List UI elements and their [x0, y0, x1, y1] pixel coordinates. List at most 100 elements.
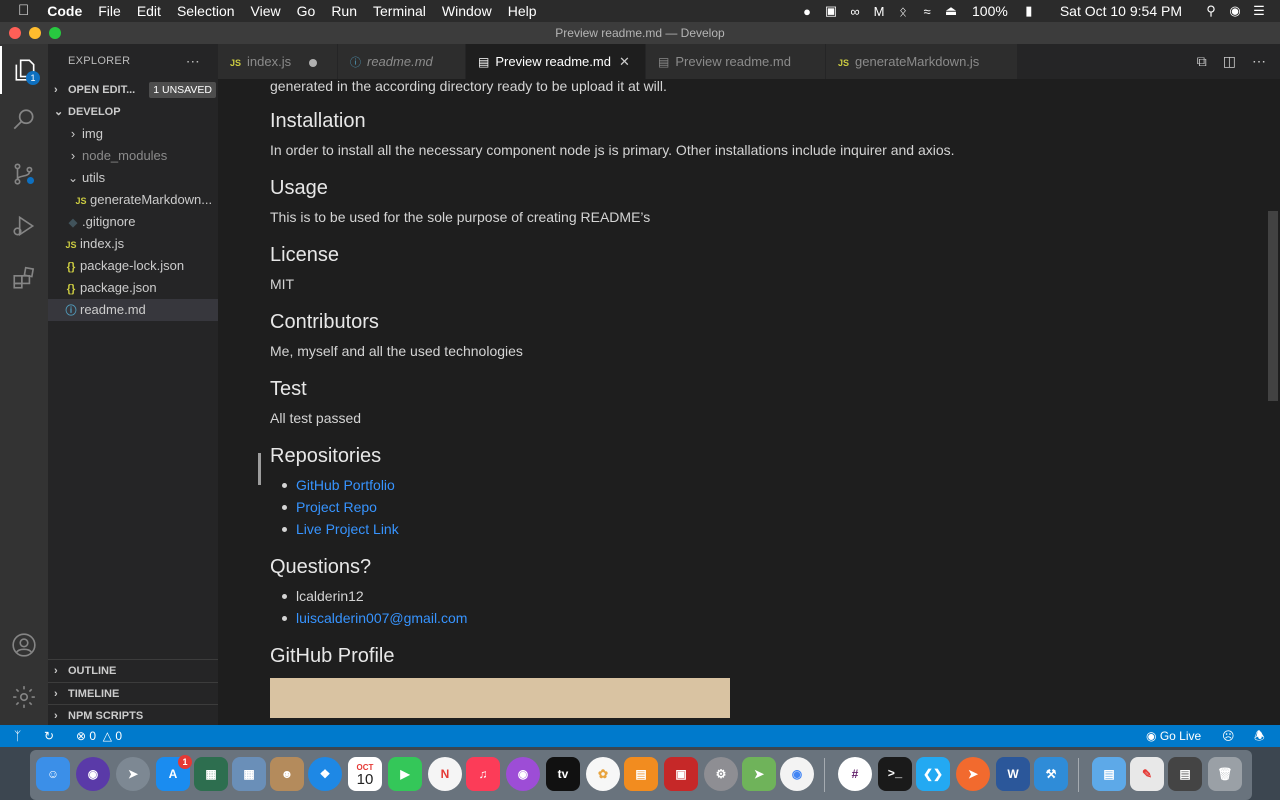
- document-stack-icon[interactable]: ✎: [1130, 757, 1164, 791]
- tab-generatemarkdown-js[interactable]: JS generateMarkdown.js: [826, 44, 1018, 79]
- project-repo-link[interactable]: Project Repo: [296, 499, 377, 515]
- outline-section[interactable]: › OUTLINE: [48, 660, 218, 682]
- maps-icon[interactable]: ➤: [742, 757, 776, 791]
- word-icon[interactable]: W: [996, 757, 1030, 791]
- finder-icon[interactable]: ☺: [36, 757, 70, 791]
- menu-selection[interactable]: Selection: [169, 0, 243, 22]
- menu-help[interactable]: Help: [500, 0, 545, 22]
- app-store-icon[interactable]: A1: [156, 755, 192, 791]
- tab-readme-md[interactable]: ⓘ readme.md: [338, 44, 466, 79]
- battery-percent[interactable]: 100%: [964, 0, 1016, 22]
- menu-view[interactable]: View: [243, 0, 289, 22]
- more-actions-icon[interactable]: ⋯: [1252, 53, 1266, 70]
- preview-scrollbar[interactable]: [1266, 79, 1280, 725]
- eject-icon[interactable]: ⏏: [940, 3, 962, 19]
- markdown-preview[interactable]: generated in the according directory rea…: [218, 79, 1266, 725]
- split-editor-icon[interactable]: ◫: [1223, 53, 1236, 70]
- develop-folder-section[interactable]: ⌄ DEVELOP: [48, 101, 218, 123]
- explorer-icon[interactable]: 1: [0, 46, 48, 94]
- problems-status[interactable]: ⊗ 0 △ 0: [76, 725, 122, 747]
- menu-file[interactable]: File: [90, 0, 129, 22]
- postman-icon[interactable]: ➤: [956, 757, 990, 791]
- apple-tv-icon[interactable]: tv: [546, 757, 580, 791]
- photo-booth-icon[interactable]: ▣: [664, 757, 698, 791]
- calendar-icon[interactable]: OCT 10: [348, 757, 382, 791]
- books-icon[interactable]: ▤: [624, 757, 658, 791]
- podcasts-icon[interactable]: ◉: [506, 757, 540, 791]
- menu-go[interactable]: Go: [289, 0, 324, 22]
- tree-item-package-lock[interactable]: {} package-lock.json: [48, 255, 218, 277]
- contacts-icon[interactable]: ☻: [270, 757, 304, 791]
- npm-scripts-section[interactable]: › NPM SCRIPTS: [48, 704, 218, 726]
- open-source-icon[interactable]: ⧉: [1197, 53, 1207, 70]
- apple-icon[interactable]: : [0, 0, 39, 22]
- tree-item-generatemarkdown[interactable]: JS generateMarkdown...: [48, 189, 218, 211]
- vscode-icon[interactable]: ❮❯: [916, 757, 950, 791]
- tree-item-utils[interactable]: ⌄ utils: [48, 167, 218, 189]
- tree-item-readme[interactable]: ⓘ readme.md: [48, 299, 218, 321]
- status-app-icon[interactable]: ●: [796, 4, 818, 19]
- feedback-icon[interactable]: ☹: [1222, 725, 1235, 747]
- facetime-icon[interactable]: ▶: [388, 757, 422, 791]
- menu-window[interactable]: Window: [434, 0, 500, 22]
- close-window-button[interactable]: [9, 27, 21, 39]
- close-tab-icon[interactable]: ✕: [619, 54, 630, 69]
- zoom-window-button[interactable]: [49, 27, 61, 39]
- safari-icon[interactable]: ❖: [308, 757, 342, 791]
- menu-run[interactable]: Run: [323, 0, 365, 22]
- bluetooth-icon[interactable]: ᛟ: [892, 4, 914, 19]
- terminal-icon[interactable]: >_: [878, 757, 912, 791]
- github-portfolio-link[interactable]: GitHub Portfolio: [296, 477, 395, 493]
- source-control-icon[interactable]: [0, 150, 48, 198]
- slack-icon[interactable]: #: [838, 757, 872, 791]
- wifi-icon[interactable]: ≈: [916, 4, 938, 19]
- siri-icon[interactable]: ◉: [1224, 3, 1246, 19]
- open-editors-section[interactable]: › OPEN EDIT... 1 UNSAVED: [48, 79, 218, 101]
- siri-icon[interactable]: ◉: [76, 757, 110, 791]
- sync-icon[interactable]: ↻: [44, 725, 54, 747]
- clock[interactable]: Sat Oct 10 9:54 PM: [1052, 0, 1190, 22]
- menu-app-name[interactable]: Code: [39, 0, 90, 22]
- search-icon[interactable]: [0, 96, 48, 144]
- spotlight-search-icon[interactable]: ⚲: [1200, 3, 1222, 19]
- notification-center-icon[interactable]: ☰: [1248, 3, 1270, 19]
- source-control-branch-icon[interactable]: ᛉ: [14, 725, 21, 747]
- tree-item-package-json[interactable]: {} package.json: [48, 277, 218, 299]
- menu-terminal[interactable]: Terminal: [365, 0, 434, 22]
- system-preferences-icon[interactable]: ⚙: [704, 757, 738, 791]
- manage-gear-icon[interactable]: [0, 673, 48, 721]
- mission-control-icon[interactable]: ▦: [194, 757, 228, 791]
- tree-item-node-modules[interactable]: › node_modules: [48, 145, 218, 167]
- photos-icon[interactable]: ✿: [586, 757, 620, 791]
- accounts-icon[interactable]: [0, 621, 48, 669]
- xcode-icon[interactable]: ⚒: [1034, 757, 1068, 791]
- run-debug-icon[interactable]: [0, 202, 48, 250]
- tab-index-js[interactable]: JS index.js: [218, 44, 338, 79]
- go-live-button[interactable]: ◉ Go Live: [1146, 725, 1201, 747]
- launchpad-icon[interactable]: ➤: [116, 757, 150, 791]
- preview-app-icon[interactable]: ▦: [232, 757, 266, 791]
- email-link[interactable]: luiscalderin007@gmail.com: [296, 610, 467, 626]
- news-icon[interactable]: N: [428, 757, 462, 791]
- creative-cloud-icon[interactable]: ∞: [844, 4, 866, 19]
- live-project-link[interactable]: Live Project Link: [296, 521, 399, 537]
- timeline-section[interactable]: › TIMELINE: [48, 682, 218, 704]
- minimize-window-button[interactable]: [29, 27, 41, 39]
- screen-share-icon[interactable]: ▣: [820, 3, 842, 19]
- menu-edit[interactable]: Edit: [129, 0, 169, 22]
- more-actions-icon[interactable]: ⋯: [186, 44, 200, 79]
- tab-preview-readme[interactable]: ▤ Preview readme.md: [646, 44, 826, 79]
- battery-icon[interactable]: ▮: [1018, 3, 1040, 19]
- chrome-icon[interactable]: ◉: [780, 757, 814, 791]
- notifications-bell-icon[interactable]: 🕭: [1254, 725, 1265, 747]
- tree-item-gitignore[interactable]: ◆ .gitignore: [48, 211, 218, 233]
- tab-preview-readme-active[interactable]: ▤ Preview readme.md ✕: [466, 44, 646, 79]
- tree-item-img[interactable]: › img: [48, 123, 218, 145]
- tree-item-index-js[interactable]: JS index.js: [48, 233, 218, 255]
- trash-icon[interactable]: 🗑: [1208, 757, 1242, 791]
- music-icon[interactable]: ♫: [466, 757, 500, 791]
- screenshot-stack-icon[interactable]: ▤: [1168, 757, 1202, 791]
- malwarebytes-icon[interactable]: M: [868, 4, 890, 19]
- extensions-icon[interactable]: [0, 254, 48, 302]
- scrollbar-thumb[interactable]: [1268, 211, 1278, 401]
